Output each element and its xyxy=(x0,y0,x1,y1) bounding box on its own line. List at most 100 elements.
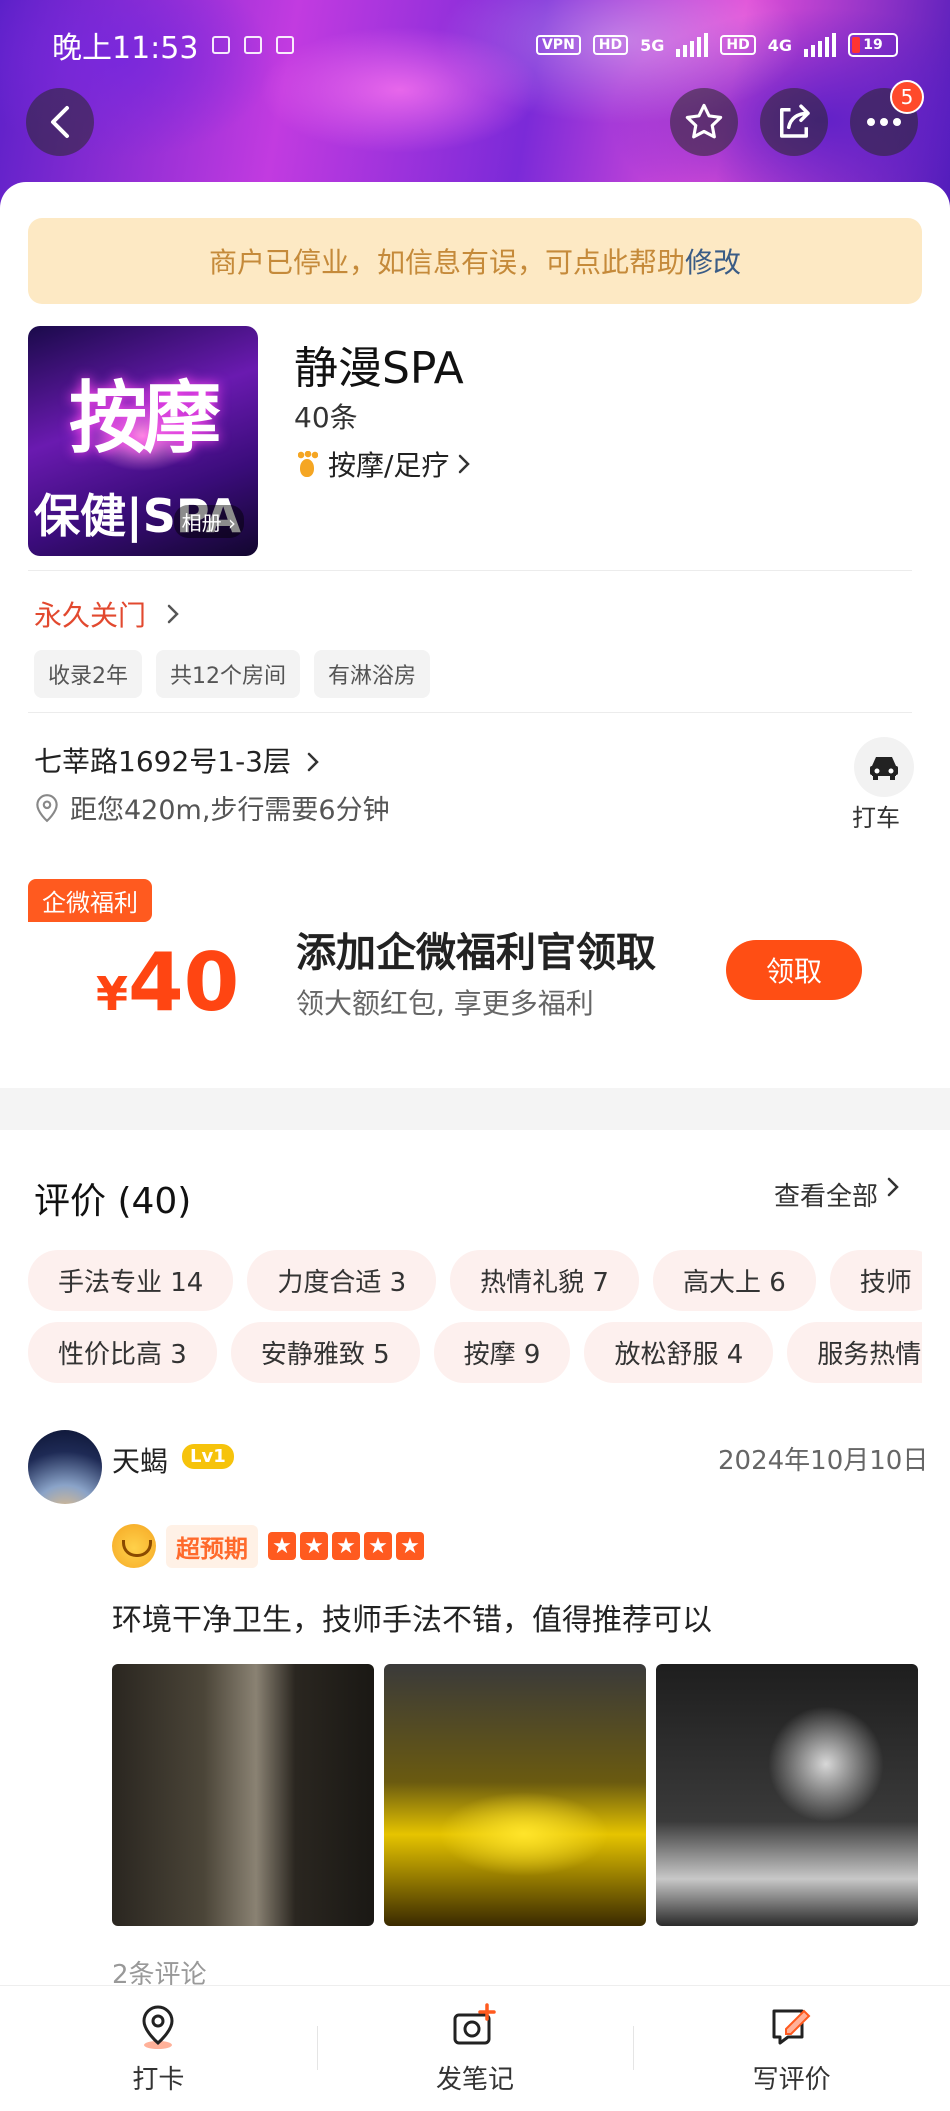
camera-plus-icon xyxy=(453,2003,496,2045)
distance-text: 距您420m,步行需要6分钟 xyxy=(70,795,390,826)
star-icon: ★ xyxy=(268,1532,296,1560)
app-notification-icon xyxy=(244,36,263,54)
notification-badge: 5 xyxy=(890,80,924,114)
more-button[interactable]: 5 xyxy=(850,80,924,156)
shop-tag: 有淋浴房 xyxy=(314,650,431,698)
shop-distance: 距您420m,步行需要6分钟 xyxy=(34,788,390,827)
happy-face-icon xyxy=(112,1524,156,1568)
review-photo-leopard[interactable] xyxy=(384,1664,646,1926)
signal-icon-2 xyxy=(804,33,836,57)
status-text: 永久关门 xyxy=(34,599,147,632)
chevron-right-icon xyxy=(307,752,319,772)
currency-symbol: ¥ xyxy=(96,967,129,1021)
status-time: 晚上11:53 xyxy=(52,31,199,66)
star-icon: ★ xyxy=(332,1532,360,1560)
write-review-label: 写评价 xyxy=(752,2065,831,2095)
star-icon: ★ xyxy=(396,1532,424,1560)
network-5g: 5G xyxy=(640,35,665,55)
review-rating: 超预期 ★ ★ ★ ★ ★ xyxy=(112,1524,424,1568)
user-level-badge: Lv1 xyxy=(182,1444,234,1469)
hd-indicator-2: HD xyxy=(720,35,756,55)
back-button[interactable] xyxy=(26,88,94,156)
battery-icon: 19 xyxy=(848,33,898,57)
favorite-button[interactable] xyxy=(670,88,738,156)
welfare-title: 添加企微福利官领取 xyxy=(296,930,656,976)
review-tag-pill[interactable]: 力度合适 3 xyxy=(247,1250,437,1311)
amount-value: 40 xyxy=(128,936,240,1029)
network-4g: 4G xyxy=(767,35,792,55)
checkin-button[interactable]: 打卡 xyxy=(0,1986,317,2111)
category-label: 按摩/足疗 xyxy=(328,449,450,482)
star-icon xyxy=(685,103,723,139)
reviews-title: 评价 (40) xyxy=(34,1181,192,1222)
review-tag-pill[interactable]: 放松舒服 4 xyxy=(584,1322,774,1383)
review-tag-pill[interactable]: 高大上 6 xyxy=(652,1250,816,1311)
edit-review-icon xyxy=(772,2009,811,2045)
battery-level: 19 xyxy=(863,37,883,53)
shop-category[interactable]: 按摩/足疗 xyxy=(294,444,471,484)
more-dots-icon xyxy=(867,118,901,126)
location-checkin-icon xyxy=(142,2005,174,2049)
bottom-action-bar: 打卡 发笔记 写评价 xyxy=(0,1985,950,2111)
review-count[interactable]: 40条 xyxy=(294,396,358,436)
write-review-button[interactable]: 写评价 xyxy=(633,1986,950,2111)
message-notification-icon xyxy=(276,36,295,54)
post-note-label: 发笔记 xyxy=(436,2065,515,2095)
post-note-button[interactable]: 发笔记 xyxy=(316,1986,634,2111)
review-tag-pill[interactable]: 技师 xyxy=(829,1250,922,1311)
vpn-indicator: VPN xyxy=(535,35,581,55)
review-tag-row-1: 手法专业 14 力度合适 3 热情礼貌 7 高大上 6 技师 xyxy=(28,1250,922,1311)
checkin-label: 打卡 xyxy=(132,2065,185,2095)
review-photo-stairs[interactable] xyxy=(112,1664,374,1926)
album-button[interactable]: 相册 › xyxy=(173,505,244,538)
welfare-tag: 企微福利 xyxy=(28,879,152,922)
review-tag-pill[interactable]: 热情礼貌 7 xyxy=(450,1250,639,1311)
shop-name: 静漫SPA xyxy=(294,343,464,394)
review-text[interactable]: 环境干净卫生，技师手法不错，值得推荐可以 xyxy=(112,1595,712,1639)
review-tag-pill[interactable]: 服务热情 xyxy=(787,1322,922,1383)
review-photos xyxy=(112,1664,918,1926)
view-all-reviews-link[interactable]: 查看全部 xyxy=(774,1176,900,1213)
shop-tag: 收录2年 xyxy=(34,650,142,698)
chevron-right-icon xyxy=(167,604,179,624)
back-arrow-icon xyxy=(51,106,69,138)
notice-text: 商户已停业，如信息有误，可点此帮助 xyxy=(208,246,685,279)
business-status[interactable]: 永久关门 xyxy=(34,594,180,634)
taxi-label[interactable]: 打车 xyxy=(852,798,900,833)
share-icon xyxy=(780,104,810,138)
shop-tags: 收录2年 共12个房间 有淋浴房 xyxy=(34,650,431,698)
address-text: 七莘路1692号1-3层 xyxy=(34,745,291,778)
section-gap xyxy=(0,1088,950,1130)
share-button[interactable] xyxy=(760,88,828,156)
chevron-right-icon xyxy=(887,1177,899,1197)
review-tag-pill[interactable]: 安静雅致 5 xyxy=(230,1322,420,1383)
review-tag-pill[interactable]: 手法专业 14 xyxy=(28,1250,234,1311)
shop-cover-image[interactable]: 按摩 保健|SPA 相册 › xyxy=(28,326,258,556)
location-pin-icon xyxy=(36,793,58,822)
closed-notice-banner[interactable]: 商户已停业，如信息有误，可点此帮助 修改 xyxy=(28,218,922,304)
reviewer-name[interactable]: 天蝎 xyxy=(112,1440,168,1480)
avatar[interactable] xyxy=(28,1430,102,1504)
star-icon: ★ xyxy=(300,1532,328,1560)
rating-label: 超预期 xyxy=(166,1524,258,1568)
review-tag-pill[interactable]: 性价比高 3 xyxy=(28,1322,217,1383)
review-photo-lobby[interactable] xyxy=(656,1664,918,1926)
claim-button[interactable]: 领取 xyxy=(726,940,862,1000)
shop-detail-card: 商户已停业，如信息有误，可点此帮助 修改 按摩 保健|SPA 相册 › 静漫SPA… xyxy=(0,182,950,2082)
signal-icon xyxy=(676,33,709,57)
hd-indicator-1: HD xyxy=(592,35,629,55)
shop-address[interactable]: 七莘路1692号1-3层 xyxy=(34,740,320,780)
cover-title: 按摩 xyxy=(68,374,221,464)
notice-edit-link[interactable]: 修改 xyxy=(685,241,741,281)
divider xyxy=(28,712,912,713)
car-icon xyxy=(870,757,898,780)
shop-tag: 共12个房间 xyxy=(156,650,300,698)
welfare-amount: ¥40 xyxy=(96,936,239,1029)
gallery-notification-icon xyxy=(212,36,231,54)
taxi-button[interactable] xyxy=(854,737,914,797)
notification-icons xyxy=(212,36,295,54)
rating-stars: ★ ★ ★ ★ ★ xyxy=(268,1532,424,1560)
review-tag-pill[interactable]: 按摩 9 xyxy=(433,1322,571,1383)
status-bar: 晚上11:53 VPN HD 5G HD 4G 19 xyxy=(0,0,950,90)
star-icon: ★ xyxy=(364,1532,392,1560)
